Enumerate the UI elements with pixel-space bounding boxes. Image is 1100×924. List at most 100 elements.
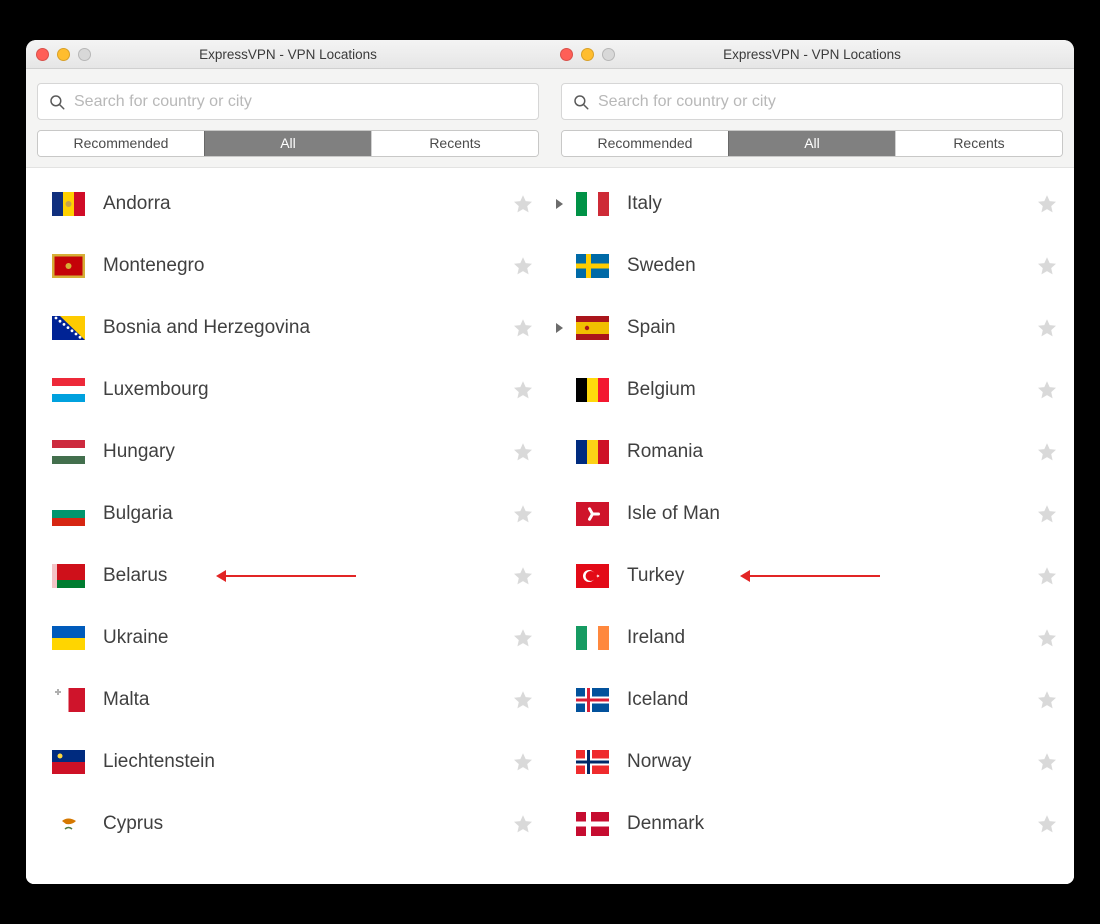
- favorite-star-icon[interactable]: [512, 503, 534, 525]
- location-row[interactable]: Sweden: [550, 235, 1074, 297]
- location-row[interactable]: Turkey: [550, 545, 1074, 607]
- flag-icon: [576, 688, 609, 712]
- location-row[interactable]: Denmark: [550, 793, 1074, 855]
- search-placeholder: Search for country or city: [74, 93, 252, 111]
- close-icon[interactable]: [36, 48, 49, 61]
- tab-all[interactable]: All: [204, 131, 371, 156]
- search-input[interactable]: Search for country or city: [561, 83, 1063, 120]
- favorite-star-icon[interactable]: [1036, 255, 1058, 277]
- location-row[interactable]: Liechtenstein: [26, 731, 550, 793]
- flag-icon: [52, 378, 85, 402]
- location-row[interactable]: Italy: [550, 173, 1074, 235]
- flag-icon: [52, 502, 85, 526]
- annotation-arrow-icon: [226, 575, 356, 577]
- flag-icon: [52, 192, 85, 216]
- favorite-star-icon[interactable]: [512, 751, 534, 773]
- favorite-star-icon[interactable]: [1036, 813, 1058, 835]
- location-name: Iceland: [627, 689, 688, 711]
- location-name: Bosnia and Herzegovina: [103, 317, 310, 339]
- favorite-star-icon[interactable]: [1036, 317, 1058, 339]
- flag-icon: [576, 192, 609, 216]
- tab-recommended[interactable]: Recommended: [38, 131, 204, 156]
- favorite-star-icon[interactable]: [512, 565, 534, 587]
- location-row[interactable]: Luxembourg: [26, 359, 550, 421]
- location-name: Malta: [103, 689, 149, 711]
- location-name: Turkey: [627, 565, 684, 587]
- tab-recents[interactable]: Recents: [895, 131, 1062, 156]
- location-name: Denmark: [627, 813, 704, 835]
- location-row[interactable]: Bulgaria: [26, 483, 550, 545]
- favorite-star-icon[interactable]: [1036, 565, 1058, 587]
- location-row[interactable]: Belarus: [26, 545, 550, 607]
- flag-icon: [576, 750, 609, 774]
- location-row[interactable]: Bosnia and Herzegovina: [26, 297, 550, 359]
- flag-icon: [52, 316, 85, 340]
- favorite-star-icon[interactable]: [512, 193, 534, 215]
- favorite-star-icon[interactable]: [1036, 751, 1058, 773]
- tabs: Recommended All Recents: [37, 130, 539, 157]
- favorite-star-icon[interactable]: [512, 627, 534, 649]
- location-row[interactable]: Andorra: [26, 173, 550, 235]
- location-row[interactable]: Spain: [550, 297, 1074, 359]
- flag-icon: [576, 502, 609, 526]
- favorite-star-icon[interactable]: [1036, 379, 1058, 401]
- favorite-star-icon[interactable]: [512, 255, 534, 277]
- location-row[interactable]: Montenegro: [26, 235, 550, 297]
- annotation-arrow-icon: [750, 575, 880, 577]
- location-row[interactable]: Belgium: [550, 359, 1074, 421]
- location-name: Bulgaria: [103, 503, 173, 525]
- favorite-star-icon[interactable]: [512, 441, 534, 463]
- location-name: Spain: [627, 317, 676, 339]
- location-row[interactable]: Romania: [550, 421, 1074, 483]
- location-list[interactable]: Italy Sweden Spain Belgium: [550, 173, 1074, 884]
- favorite-star-icon[interactable]: [512, 813, 534, 835]
- location-name: Isle of Man: [627, 503, 720, 525]
- close-icon[interactable]: [560, 48, 573, 61]
- flag-icon: [576, 440, 609, 464]
- favorite-star-icon[interactable]: [1036, 627, 1058, 649]
- favorite-star-icon[interactable]: [1036, 441, 1058, 463]
- favorite-star-icon[interactable]: [1036, 193, 1058, 215]
- location-row[interactable]: Hungary: [26, 421, 550, 483]
- window-title: ExpressVPN - VPN Locations: [723, 47, 901, 62]
- location-row[interactable]: Ukraine: [26, 607, 550, 669]
- location-row[interactable]: Ireland: [550, 607, 1074, 669]
- location-name: Cyprus: [103, 813, 163, 835]
- zoom-icon[interactable]: [602, 48, 615, 61]
- minimize-icon[interactable]: [581, 48, 594, 61]
- favorite-star-icon[interactable]: [1036, 689, 1058, 711]
- favorite-star-icon[interactable]: [512, 379, 534, 401]
- search-placeholder: Search for country or city: [598, 93, 776, 111]
- zoom-icon[interactable]: [78, 48, 91, 61]
- window-left: ExpressVPN - VPN Locations Search for co…: [26, 40, 550, 884]
- favorite-star-icon[interactable]: [512, 689, 534, 711]
- location-name: Liechtenstein: [103, 751, 215, 773]
- tab-all[interactable]: All: [728, 131, 895, 156]
- location-name: Italy: [627, 193, 662, 215]
- location-name: Hungary: [103, 441, 175, 463]
- location-row[interactable]: Isle of Man: [550, 483, 1074, 545]
- flag-icon: [52, 626, 85, 650]
- location-row[interactable]: Iceland: [550, 669, 1074, 731]
- expand-icon[interactable]: [556, 199, 563, 209]
- location-name: Belarus: [103, 565, 167, 587]
- location-list[interactable]: Andorra Montenegro Bosnia and Herzegovin…: [26, 173, 550, 884]
- favorite-star-icon[interactable]: [1036, 503, 1058, 525]
- app-screenshot: ExpressVPN - VPN Locations Search for co…: [26, 40, 1074, 884]
- flag-icon: [576, 378, 609, 402]
- location-name: Belgium: [627, 379, 696, 401]
- location-row[interactable]: Cyprus: [26, 793, 550, 855]
- tab-recommended[interactable]: Recommended: [562, 131, 728, 156]
- search-input[interactable]: Search for country or city: [37, 83, 539, 120]
- header: Search for country or city Recommended A…: [550, 69, 1074, 168]
- favorite-star-icon[interactable]: [512, 317, 534, 339]
- flag-icon: [576, 626, 609, 650]
- location-row[interactable]: Norway: [550, 731, 1074, 793]
- tab-recents[interactable]: Recents: [371, 131, 538, 156]
- window-right: ExpressVPN - VPN Locations Search for co…: [550, 40, 1074, 884]
- flag-icon: [52, 688, 85, 712]
- location-row[interactable]: Malta: [26, 669, 550, 731]
- flag-icon: [52, 254, 85, 278]
- expand-icon[interactable]: [556, 323, 563, 333]
- minimize-icon[interactable]: [57, 48, 70, 61]
